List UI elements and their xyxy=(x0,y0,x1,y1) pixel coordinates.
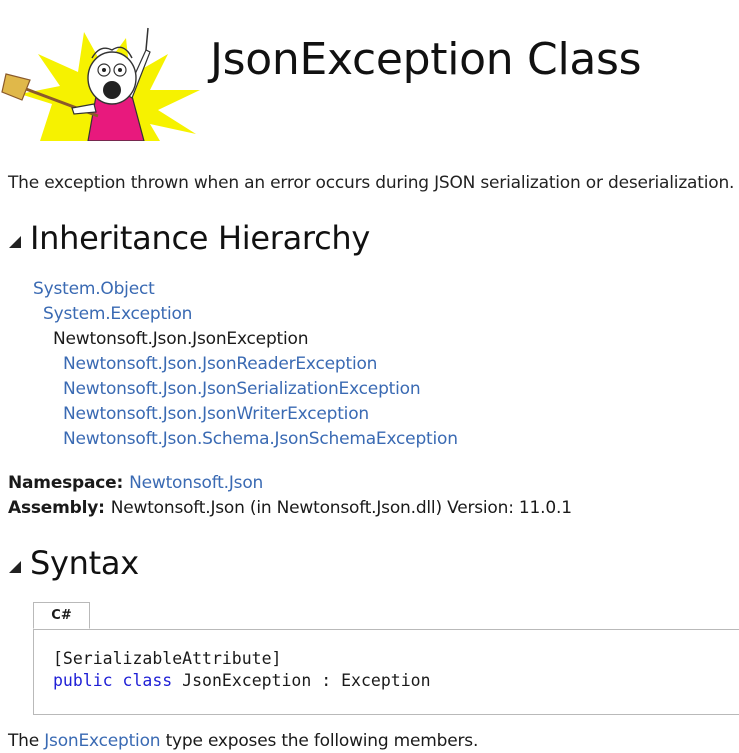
declaration-rest: JsonException : Exception xyxy=(182,671,431,690)
hierarchy-link-json-serialization-exception[interactable]: Newtonsoft.Json.JsonSerializationExcepti… xyxy=(63,378,421,400)
hierarchy-current-class: Newtonsoft.Json.JsonException xyxy=(53,329,309,349)
collapse-triangle-icon[interactable] xyxy=(8,560,22,574)
collapse-triangle-icon[interactable] xyxy=(8,235,22,249)
code-language-tabs: C# xyxy=(33,602,739,630)
code-line-declaration: public class JsonException : Exception xyxy=(53,670,431,692)
members-intro: The JsonException type exposes the follo… xyxy=(8,730,478,752)
hierarchy-link-system-object[interactable]: System.Object xyxy=(33,278,155,300)
page-title: JsonException Class xyxy=(210,34,642,85)
namespace-line: Namespace: Newtonsoft.Json xyxy=(8,472,263,494)
documentation-page: JsonException Class The exception thrown… xyxy=(0,0,739,753)
namespace-label: Namespace: xyxy=(8,473,124,493)
hierarchy-link-json-writer-exception[interactable]: Newtonsoft.Json.JsonWriterException xyxy=(63,403,369,425)
keyword-class: class xyxy=(122,671,173,690)
syntax-heading-label: Syntax xyxy=(30,544,139,582)
members-intro-suffix: type exposes the following members. xyxy=(160,731,479,751)
tab-csharp[interactable]: C# xyxy=(33,602,90,629)
code-line-attribute: [SerializableAttribute] xyxy=(53,649,282,668)
members-intro-prefix: The xyxy=(8,731,45,751)
hierarchy-link-json-schema-exception[interactable]: Newtonsoft.Json.Schema.JsonSchemaExcepti… xyxy=(63,428,458,450)
assembly-line: Assembly: Newtonsoft.Json (in Newtonsoft.… xyxy=(8,497,572,519)
x-all-the-y-meme-logo-icon xyxy=(1,27,200,142)
inheritance-heading-label: Inheritance Hierarchy xyxy=(30,219,370,257)
logo xyxy=(0,24,202,142)
inheritance-section-heading[interactable]: Inheritance Hierarchy xyxy=(8,218,370,258)
namespace-link[interactable]: Newtonsoft.Json xyxy=(129,473,263,493)
class-summary: The exception thrown when an error occur… xyxy=(8,173,735,193)
hierarchy-link-system-exception[interactable]: System.Exception xyxy=(43,303,192,325)
hierarchy-link-json-reader-exception[interactable]: Newtonsoft.Json.JsonReaderException xyxy=(63,353,377,375)
syntax-section-heading[interactable]: Syntax xyxy=(8,543,139,583)
members-intro-class-link[interactable]: JsonException xyxy=(44,731,160,751)
keyword-public: public xyxy=(53,671,113,690)
assembly-value: Newtonsoft.Json (in Newtonsoft.Json.dll)… xyxy=(110,498,572,518)
assembly-label: Assembly: xyxy=(8,498,105,518)
code-snippet: [SerializableAttribute] public class Jso… xyxy=(33,629,739,715)
